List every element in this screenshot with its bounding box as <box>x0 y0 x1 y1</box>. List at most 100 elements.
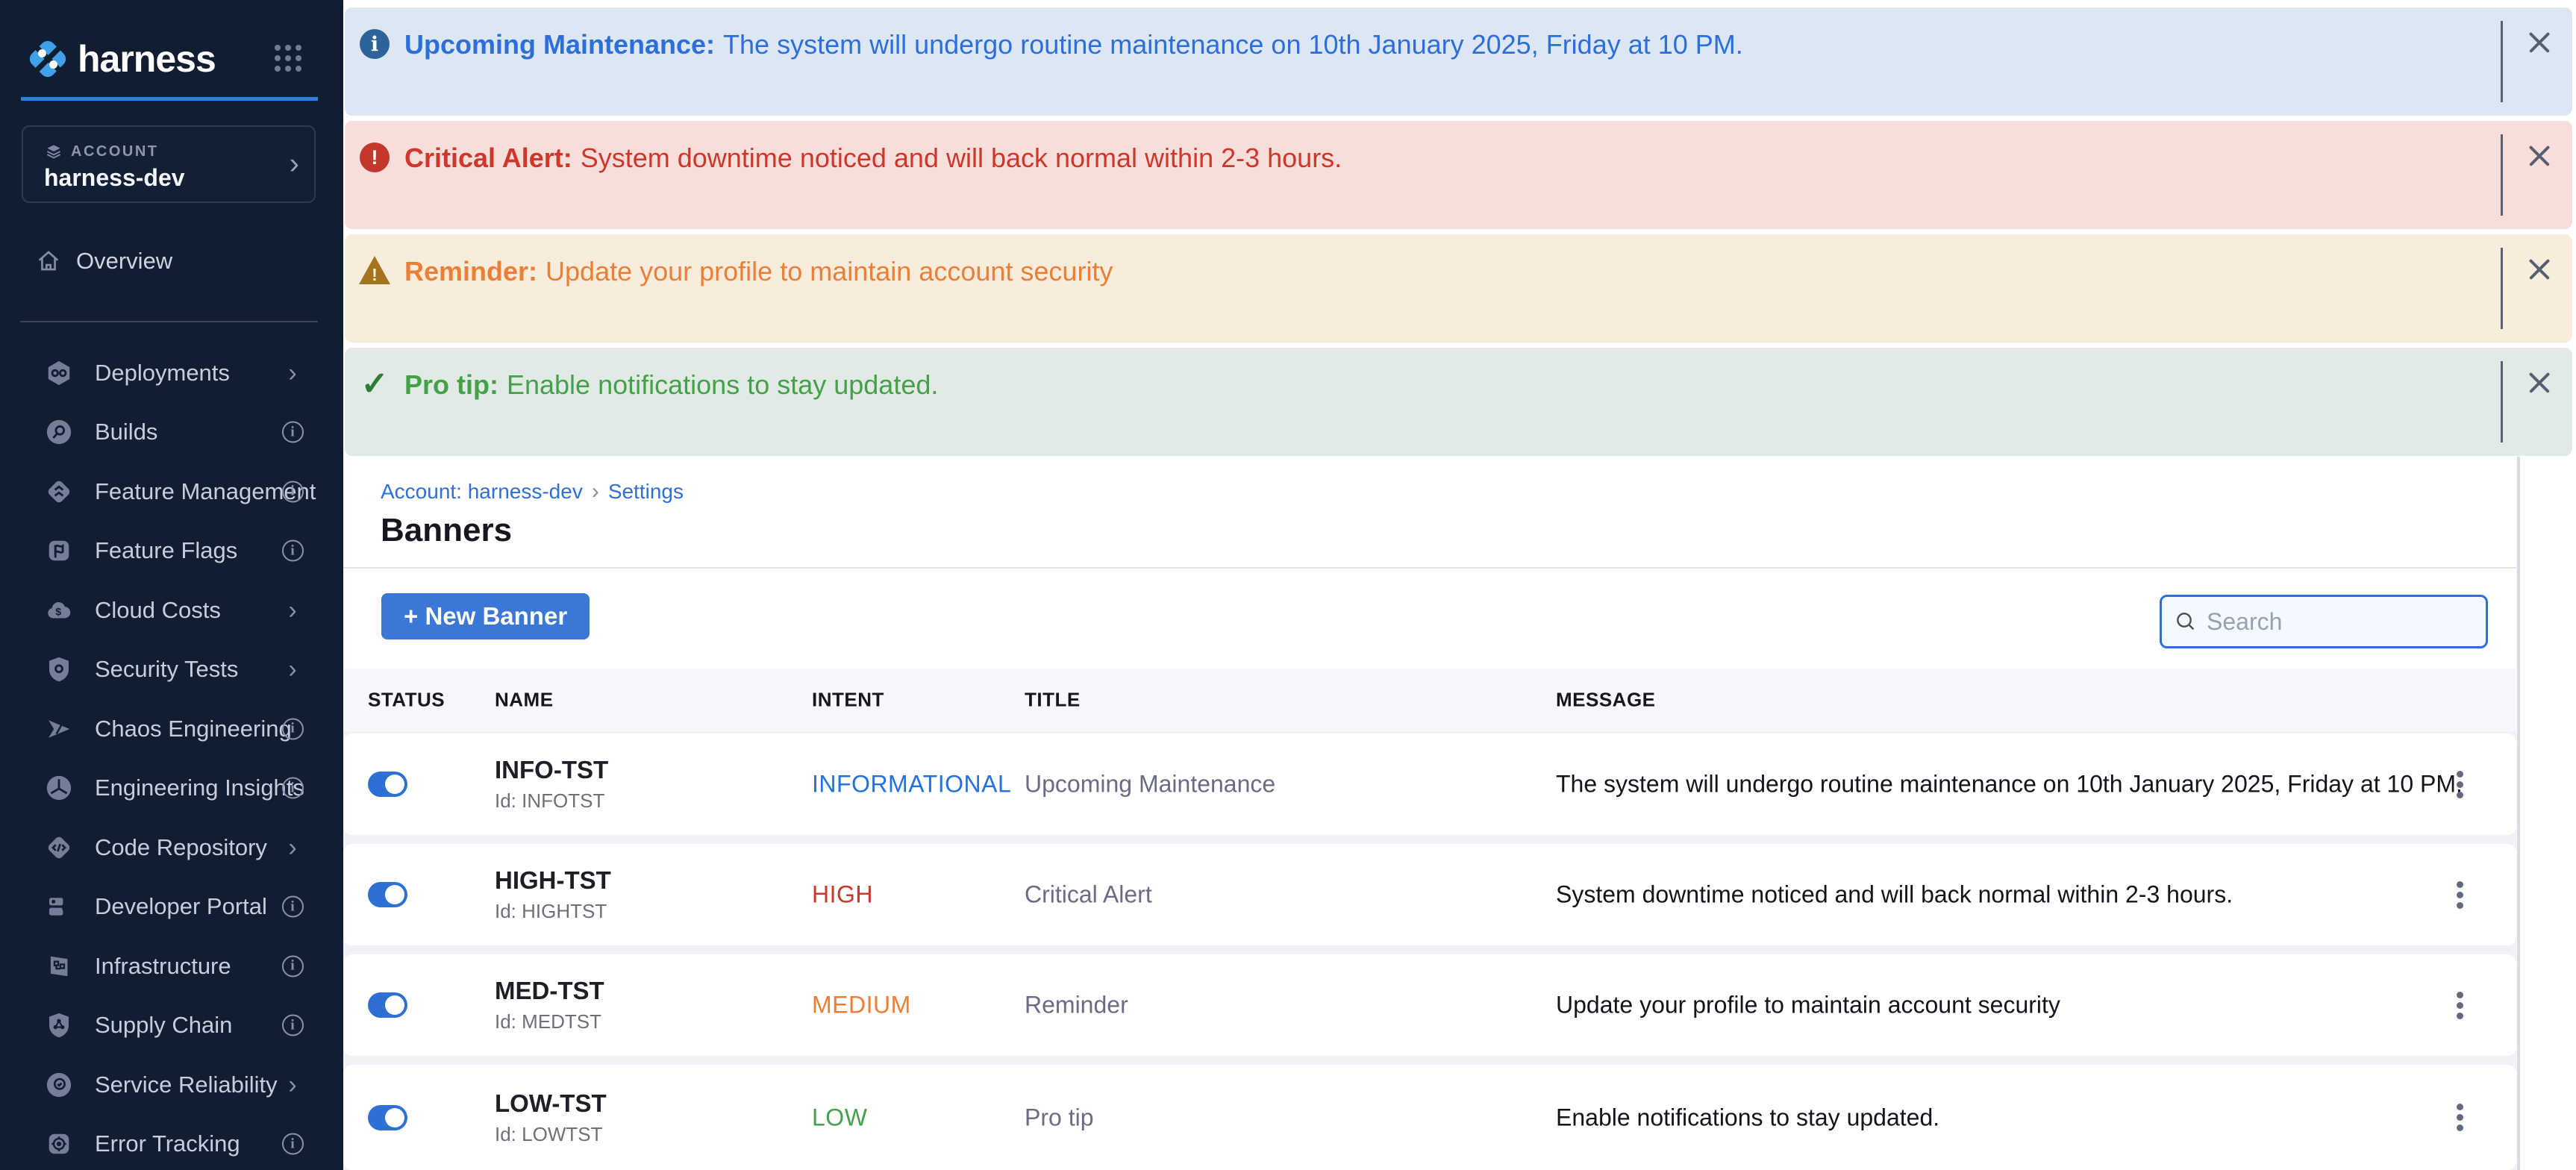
banner-divider <box>2501 361 2503 442</box>
sidebar-item-label: Deployments <box>95 360 230 387</box>
breadcrumb-settings-link[interactable]: Settings <box>608 480 684 504</box>
banner-name: INFO-TST <box>495 756 608 784</box>
new-banner-button[interactable]: + New Banner <box>381 593 590 639</box>
table-row-high-tst: HIGH-TST Id: HIGHTST HIGH Critical Alert… <box>343 844 2516 945</box>
sidebar-item-deployments[interactable]: Deployments › <box>0 343 343 403</box>
banner-message: Update your profile to maintain account … <box>545 256 1113 287</box>
banner-title: Critical Alert <box>1025 881 1152 909</box>
info-icon: i <box>282 540 304 562</box>
column-header-name: NAME <box>495 689 554 712</box>
banner-name: HIGH-TST <box>495 866 611 895</box>
sidebar-item-builds[interactable]: Builds i <box>0 403 343 463</box>
account-label: ACCOUNT <box>71 143 159 160</box>
sidebar-item-engineering-insights[interactable]: Engineering Insights i <box>0 759 343 819</box>
sidebar-item-label: Feature Flags <box>95 537 237 564</box>
banner-intent: INFORMATIONAL <box>812 771 1011 798</box>
sidebar-item-overview[interactable]: Overview <box>0 237 343 285</box>
info-icon: i <box>282 896 304 918</box>
row-menu-icon[interactable] <box>2443 1101 2476 1134</box>
banner-label: Reminder: <box>404 256 537 287</box>
infrastructure-icon <box>45 952 73 980</box>
breadcrumb: Account: harness-dev › Settings <box>381 479 684 504</box>
banner-message: Enable notifications to stay updated. <box>507 369 938 400</box>
status-toggle[interactable] <box>368 882 407 907</box>
chevron-right-icon: › <box>288 836 296 859</box>
banner-title: Pro tip <box>1025 1104 1093 1131</box>
row-menu-icon[interactable] <box>2443 878 2476 911</box>
sidebar-item-cloud-costs[interactable]: $ Cloud Costs › <box>0 581 343 640</box>
chaos-engineering-icon <box>45 715 73 743</box>
security-tests-icon <box>45 655 73 683</box>
close-icon[interactable] <box>2525 28 2554 57</box>
info-icon: i <box>282 718 304 739</box>
status-toggle[interactable] <box>368 1105 407 1130</box>
notification-banner-high: ! Critical Alert:System downtime noticed… <box>345 121 2572 229</box>
close-icon[interactable] <box>2525 141 2554 171</box>
table-row-info-tst: INFO-TST Id: INFOTST INFORMATIONAL Upcom… <box>343 733 2516 835</box>
sidebar-item-label: Builds <box>95 419 157 445</box>
status-toggle[interactable] <box>368 772 407 797</box>
main-area: i Upcoming Maintenance:The system will u… <box>343 0 2576 1170</box>
sidebar-item-service-reliability[interactable]: Service Reliability › <box>0 1055 343 1115</box>
table-row-med-tst: MED-TST Id: MEDTST MEDIUM Reminder Updat… <box>343 954 2516 1056</box>
service-reliability-icon <box>45 1071 73 1099</box>
sidebar-item-code-repository[interactable]: Code Repository › <box>0 818 343 878</box>
developer-portal-icon <box>45 892 73 921</box>
table-row-low-tst: LOW-TST Id: LOWTST LOW Pro tip Enable no… <box>343 1065 2516 1170</box>
banner-label: Upcoming Maintenance: <box>404 29 715 60</box>
sidebar-item-label: Error Tracking <box>95 1130 240 1157</box>
sidebar-item-infrastructure[interactable]: Infrastructure i <box>0 936 343 996</box>
search-input[interactable] <box>2207 608 2486 636</box>
warning-triangle-icon: ! <box>358 254 391 287</box>
column-header-title: TITLE <box>1025 689 1081 712</box>
banner-message-cell: System downtime noticed and will back no… <box>1556 881 2233 909</box>
harness-logo: harness <box>22 33 216 85</box>
harness-logo-icon <box>28 40 67 78</box>
column-header-intent: INTENT <box>812 689 884 712</box>
banner-title: Reminder <box>1025 992 1128 1019</box>
banner-id: Id: INFOTST <box>495 789 608 813</box>
home-icon <box>34 247 63 275</box>
app-grid-icon[interactable] <box>275 45 301 72</box>
notification-banner-medium: ! Reminder: Update your profile to mainta… <box>345 234 2572 342</box>
banner-divider <box>2501 134 2503 216</box>
sidebar-item-feature-flags[interactable]: Feature Flags i <box>0 522 343 581</box>
banner-message: System downtime noticed and will back no… <box>581 143 1342 173</box>
page-title: Banners <box>381 512 512 549</box>
banner-message: The system will undergo routine maintena… <box>723 29 1743 60</box>
feature-management-icon <box>45 478 73 506</box>
row-menu-icon[interactable] <box>2443 768 2476 801</box>
sidebar-item-label: Supply Chain <box>95 1012 232 1039</box>
harness-wordmark: harness <box>78 37 216 81</box>
banner-message-cell: Update your profile to maintain account … <box>1556 992 2060 1019</box>
sidebar-item-feature-management[interactable]: Feature Management i <box>0 462 343 522</box>
banner-id: Id: HIGHTST <box>495 900 611 923</box>
row-menu-icon[interactable] <box>2443 989 2476 1022</box>
notification-banner-low: ✓ Pro tip:Enable notifications to stay u… <box>345 348 2572 456</box>
breadcrumb-separator-icon: › <box>592 479 599 504</box>
code-repository-icon <box>45 833 73 862</box>
breadcrumb-account-link[interactable]: Account: harness-dev <box>381 480 583 504</box>
banner-label: Critical Alert: <box>404 143 572 173</box>
banner-title: Upcoming Maintenance <box>1025 771 1275 798</box>
account-name: harness-dev <box>44 164 185 192</box>
status-toggle[interactable] <box>368 992 407 1018</box>
close-icon[interactable] <box>2525 254 2554 284</box>
chevron-right-icon: › <box>288 658 296 681</box>
deployments-icon <box>45 359 73 387</box>
sidebar-item-security-tests[interactable]: Security Tests › <box>0 640 343 700</box>
sidebar-item-label: Developer Portal <box>95 893 267 920</box>
sidebar-item-developer-portal[interactable]: Developer Portal i <box>0 878 343 937</box>
banner-intent: MEDIUM <box>812 992 911 1019</box>
layers-icon <box>44 142 63 161</box>
sidebar-item-supply-chain[interactable]: Supply Chain i <box>0 996 343 1056</box>
banner-name: MED-TST <box>495 977 604 1005</box>
banner-id: Id: MEDTST <box>495 1010 604 1033</box>
close-icon[interactable] <box>2525 368 2554 398</box>
account-selector[interactable]: ACCOUNT harness-dev › <box>22 125 316 203</box>
banner-id: Id: LOWTST <box>495 1123 607 1146</box>
scrollbar-track[interactable] <box>2517 457 2520 1170</box>
sidebar-item-chaos-engineering[interactable]: Chaos Engineering i <box>0 699 343 759</box>
banner-divider <box>2501 248 2503 329</box>
sidebar-item-error-tracking[interactable]: Error Tracking i <box>0 1115 343 1170</box>
